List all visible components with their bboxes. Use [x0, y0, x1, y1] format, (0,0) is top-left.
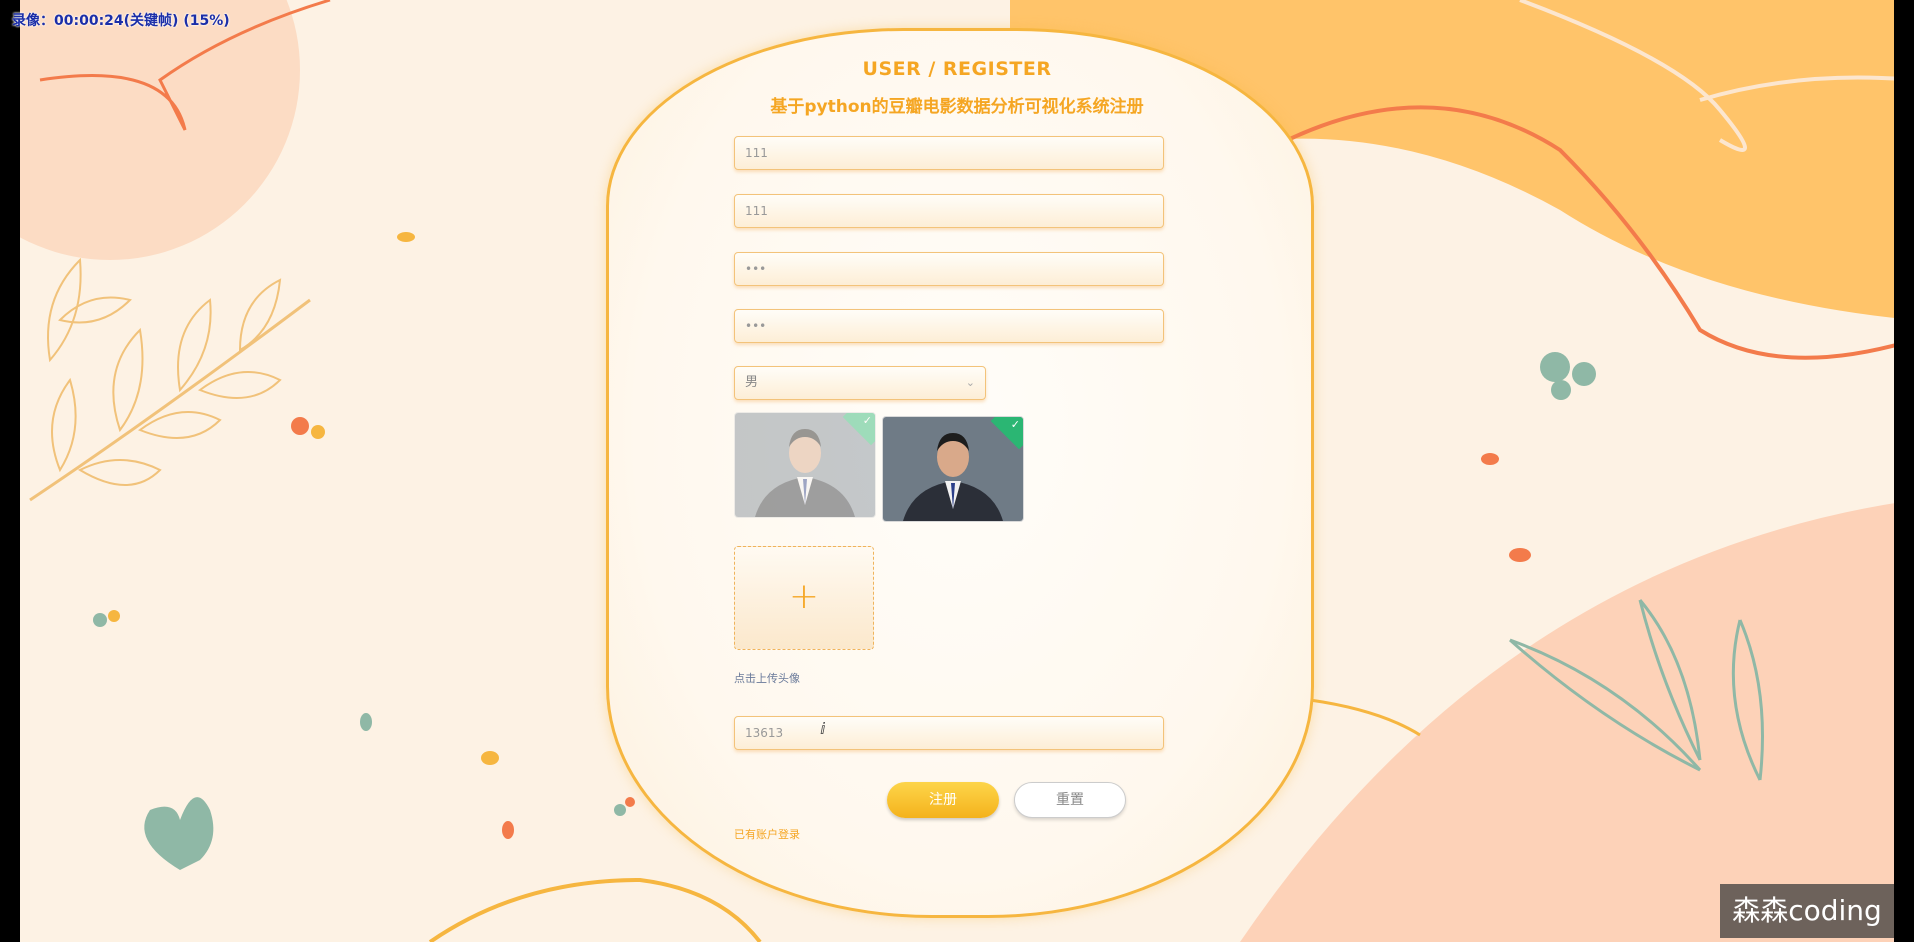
- text-cursor-icon: ⅈ: [820, 719, 826, 738]
- avatar-upload-button[interactable]: +: [734, 546, 874, 650]
- page-title-cn: 基于python的豆瓣电影数据分析可视化系统注册: [770, 97, 1144, 117]
- watermark: 森森coding: [1720, 884, 1894, 938]
- phone-field[interactable]: 13613: [734, 716, 1164, 750]
- gender-selected-value: 男: [745, 375, 759, 390]
- left-letterbox: [0, 0, 20, 942]
- plus-icon: +: [788, 576, 820, 617]
- password-field[interactable]: •••: [734, 252, 1164, 286]
- right-letterbox: [1894, 0, 1914, 942]
- register-page: 录像：00:00:24(关键帧) (15%) USER / REGISTER 基…: [0, 0, 1914, 942]
- name-field[interactable]: 111: [734, 194, 1164, 228]
- reset-button[interactable]: 重置: [1014, 782, 1126, 818]
- page-title-en: USER / REGISTER: [862, 58, 1052, 80]
- recording-status: 录像：00:00:24(关键帧) (15%): [12, 13, 230, 29]
- upload-hint: 点击上传头像: [734, 672, 800, 685]
- confirm-password-field[interactable]: •••: [734, 309, 1164, 343]
- check-icon: ✓: [862, 414, 872, 427]
- account-field[interactable]: 111: [734, 136, 1164, 170]
- avatar-preview-uploading[interactable]: ✓: [734, 412, 876, 518]
- avatar-preview[interactable]: ✓: [882, 416, 1024, 522]
- chevron-down-icon: ⌄: [965, 376, 975, 389]
- login-link[interactable]: 已有账户登录: [734, 826, 800, 842]
- check-icon: ✓: [1010, 418, 1020, 431]
- register-button[interactable]: 注册: [887, 782, 999, 818]
- gender-select[interactable]: 男 ⌄: [734, 366, 986, 400]
